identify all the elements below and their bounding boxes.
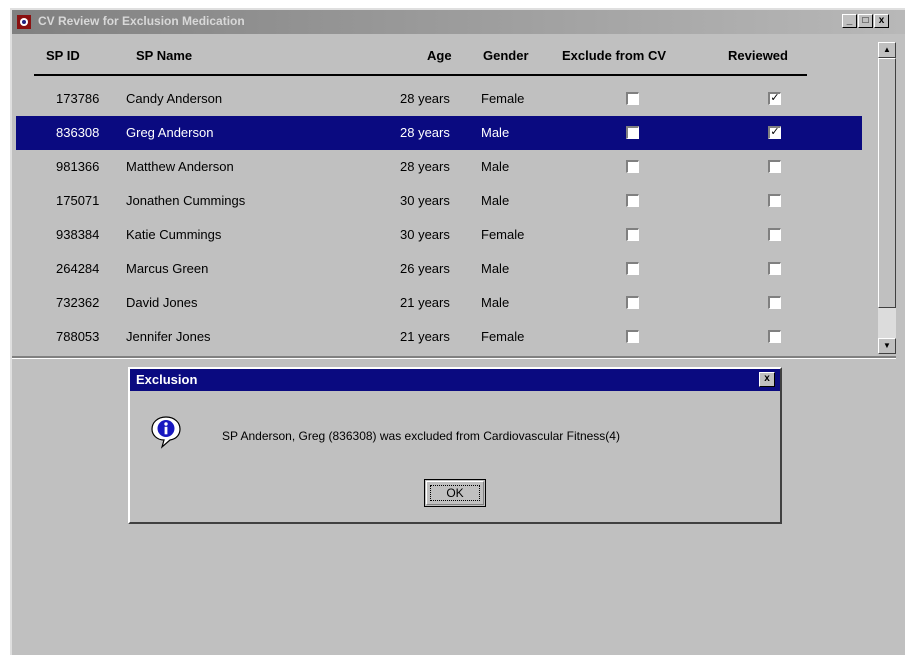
scroll-thumb[interactable] [878,58,896,308]
dialog-titlebar[interactable]: Exclusion x [130,369,780,391]
cell-sp-name: Jennifer Jones [126,329,211,344]
cell-gender: Female [481,329,525,344]
reviewed-checkbox[interactable] [768,194,781,207]
vertical-scrollbar[interactable]: ▲ ▼ [878,42,896,354]
exclude-from-cv-checkbox[interactable] [626,194,639,207]
exclusion-dialog: Exclusion x SP Anderson, Greg (836308) w… [128,367,782,524]
exclude-from-cv-checkbox[interactable] [626,228,639,241]
scroll-down-button[interactable]: ▼ [878,338,896,354]
cell-gender: Female [481,227,525,242]
header-sp-id[interactable]: SP ID [46,48,80,68]
scroll-up-button[interactable]: ▲ [878,42,896,58]
header-gender[interactable]: Gender [483,48,529,68]
cell-age: 28 years [400,159,450,174]
info-icon [151,416,181,449]
header-reviewed[interactable]: Reviewed [728,48,788,68]
table-row[interactable]: 173786 Candy Anderson 28 years Female ✓ [16,82,862,116]
cell-sp-name: Greg Anderson [126,125,214,140]
review-table: SP ID SP Name Age Gender Exclude from CV… [16,40,862,354]
dialog-close-button[interactable]: x [759,372,775,387]
cell-sp-name: Candy Anderson [126,91,223,106]
cell-age: 30 years [400,227,450,242]
cell-sp-id: 836308 [56,125,100,140]
window-titlebar[interactable]: CV Review for Exclusion Medication _ □ x [12,10,905,34]
close-button[interactable]: x [874,14,889,28]
header-exclude-from-cv[interactable]: Exclude from CV [562,48,666,68]
dialog-title: Exclusion [136,372,198,387]
reviewed-checkbox[interactable] [768,262,781,275]
cell-age: 21 years [400,295,450,310]
cell-age: 28 years [400,125,450,140]
table-row[interactable]: 175071 Jonathen Cummings 30 years Male [16,184,862,218]
cell-gender: Male [481,125,510,140]
cell-age: 30 years [400,193,450,208]
table-row[interactable]: 732362 David Jones 21 years Male [16,286,862,320]
table-row[interactable]: 788053 Jennifer Jones 21 years Female [16,320,862,354]
cell-age: 28 years [400,91,450,106]
cell-gender: Male [481,193,510,208]
maximize-button[interactable]: □ [858,14,873,28]
exclude-from-cv-checkbox[interactable] [626,160,639,173]
exclude-from-cv-checkbox[interactable] [626,330,639,343]
reviewed-checkbox[interactable]: ✓ [768,92,781,105]
reviewed-checkbox[interactable] [768,330,781,343]
main-window: CV Review for Exclusion Medication _ □ x… [10,8,905,655]
cell-sp-id: 732362 [56,295,100,310]
header-divider [34,74,807,76]
pane-divider [12,356,896,359]
cell-sp-id: 938384 [56,227,100,242]
cell-gender: Male [481,295,510,310]
exclude-from-cv-checkbox[interactable] [626,296,639,309]
cell-sp-name: Katie Cummings [126,227,222,242]
window-title: CV Review for Exclusion Medication [38,14,245,28]
header-age[interactable]: Age [427,48,452,68]
cell-sp-name: David Jones [126,295,198,310]
cell-gender: Female [481,91,525,106]
header-sp-name[interactable]: SP Name [136,48,192,68]
table-row[interactable]: 264284 Marcus Green 26 years Male [16,252,862,286]
ok-button[interactable]: OK [424,479,486,507]
reviewed-checkbox[interactable] [768,160,781,173]
reviewed-checkbox[interactable] [768,296,781,309]
reviewed-checkbox[interactable]: ✓ [768,126,781,139]
cell-gender: Male [481,261,510,276]
cell-sp-name: Matthew Anderson [126,159,234,174]
exclude-from-cv-checkbox[interactable] [626,92,639,105]
cell-gender: Male [481,159,510,174]
cell-sp-id: 175071 [56,193,100,208]
cell-sp-id: 981366 [56,159,100,174]
reviewed-checkbox[interactable] [768,228,781,241]
ok-button-label: OK [446,486,464,500]
cell-sp-name: Marcus Green [126,261,209,276]
app-icon [17,15,31,29]
cell-age: 26 years [400,261,450,276]
cell-sp-name: Jonathen Cummings [126,193,246,208]
cell-sp-id: 173786 [56,91,100,106]
minimize-button[interactable]: _ [842,14,857,28]
exclude-from-cv-checkbox[interactable] [626,262,639,275]
table-row[interactable]: 836308 Greg Anderson 28 years Male ✓ [16,116,862,150]
cell-age: 21 years [400,329,450,344]
dialog-message: SP Anderson, Greg (836308) was excluded … [222,429,620,443]
cell-sp-id: 264284 [56,261,100,276]
table-row[interactable]: 938384 Katie Cummings 30 years Female [16,218,862,252]
table-row[interactable]: 981366 Matthew Anderson 28 years Male [16,150,862,184]
exclude-from-cv-checkbox[interactable] [626,126,639,139]
cell-sp-id: 788053 [56,329,100,344]
